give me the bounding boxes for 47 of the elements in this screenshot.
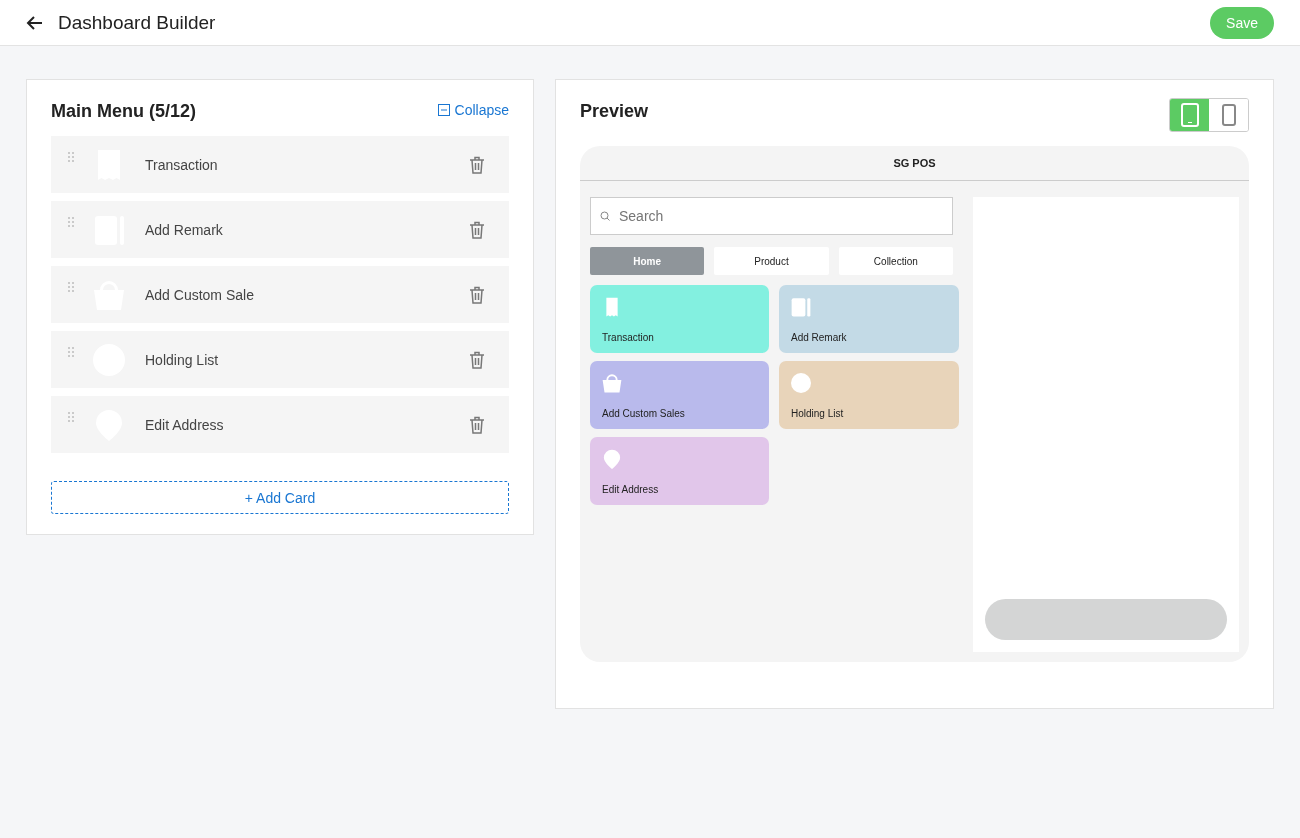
tile-label: Transaction (602, 332, 655, 343)
menu-item-label: Holding List (145, 351, 219, 368)
collapse-link[interactable]: Collapse (437, 102, 509, 118)
preview-tab[interactable]: Collection (838, 247, 953, 275)
menu-item-label: Add Remark (145, 221, 223, 238)
page-title: Dashboard Builder (58, 11, 216, 34)
tile-label: Holding List (791, 408, 845, 419)
drag-handle-icon[interactable] (67, 411, 75, 423)
drag-handle-icon[interactable] (67, 281, 75, 293)
trash-icon[interactable] (469, 350, 485, 369)
phone-icon[interactable] (1221, 104, 1236, 126)
notepad-icon (791, 297, 811, 317)
trash-icon[interactable] (469, 285, 485, 304)
collapse-icon[interactable] (437, 104, 450, 116)
app-title: SG POS (580, 146, 1249, 181)
back-arrow-icon[interactable] (26, 13, 44, 32)
tile-label: Edit Address (602, 484, 660, 495)
dashboard-tile[interactable]: Edit Address (590, 437, 769, 505)
tile-label: Add Custom Sales (602, 408, 686, 419)
menu-item-label: Edit Address (145, 416, 224, 433)
menu-item-label: Add Custom Sale (145, 286, 254, 303)
location-pin-icon (602, 449, 622, 469)
drag-handle-icon[interactable] (67, 151, 75, 163)
menu-item[interactable]: Transaction (51, 136, 509, 193)
dashboard-tile[interactable]: Holding List (779, 361, 959, 429)
dashboard-tile[interactable]: Add Remark (779, 285, 959, 353)
drag-handle-icon[interactable] (67, 346, 75, 358)
dashboard-tile[interactable]: Transaction (590, 285, 769, 353)
add-card-button[interactable]: + Add Card (51, 481, 509, 514)
search-field[interactable]: Search (590, 197, 953, 235)
trash-icon[interactable] (469, 415, 485, 434)
tablet-icon[interactable] (1180, 103, 1199, 127)
menu-title: Main Menu (5/12) (51, 101, 197, 122)
menu-item-label: Transaction (145, 156, 218, 173)
menu-item[interactable]: Add Custom Sale (51, 266, 509, 323)
tablet-view-button[interactable] (1170, 99, 1209, 131)
drag-handle-icon[interactable] (67, 216, 75, 228)
preview-tab[interactable]: Product (714, 247, 829, 275)
basket-icon (602, 373, 622, 393)
preview-title: Preview (580, 101, 649, 122)
tile-label: Add Remark (791, 332, 848, 343)
menu-item[interactable]: Add Remark (51, 201, 509, 258)
trash-icon[interactable] (469, 220, 485, 239)
menu-item[interactable]: Edit Address (51, 396, 509, 453)
trash-icon[interactable] (469, 155, 485, 174)
menu-item[interactable]: Holding List (51, 331, 509, 388)
dashboard-tile[interactable]: Add Custom Sales (590, 361, 769, 429)
